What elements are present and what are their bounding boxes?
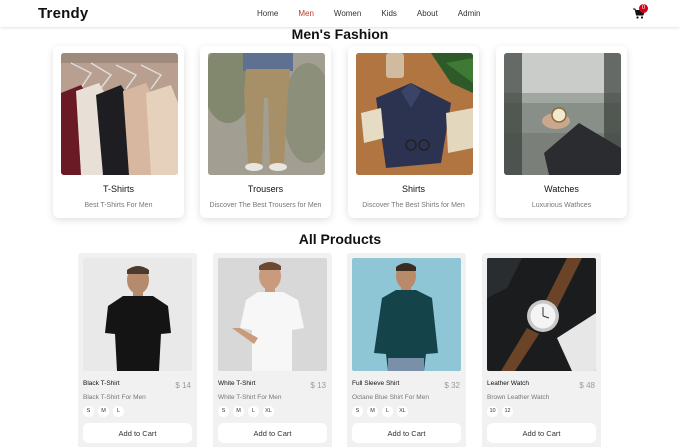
product-name: Leather Watch (487, 380, 530, 387)
size-option[interactable]: S (83, 406, 94, 417)
size-option[interactable]: L (113, 406, 124, 417)
product-desc: Octane Blue Shirt For Men (352, 394, 429, 401)
add-to-cart-button[interactable]: Add to Cart (218, 423, 327, 443)
size-option[interactable]: 10 (487, 406, 498, 417)
size-option[interactable]: M (98, 406, 109, 417)
categories-title: Men's Fashion (291, 26, 389, 42)
nav-admin[interactable]: Admin (458, 9, 481, 18)
size-option[interactable]: L (382, 406, 393, 417)
size-options: S M L XL (218, 406, 274, 417)
product-name: White T-Shirt (218, 380, 256, 387)
size-option[interactable]: S (352, 406, 363, 417)
white-tshirt-image (218, 258, 327, 371)
size-option[interactable]: XL (397, 406, 408, 417)
category-card-watches[interactable]: Watches Luxurious Wathces (496, 46, 627, 218)
leather-watch-image (487, 258, 596, 371)
product-name: Full Sleeve Shirt (352, 380, 400, 387)
category-desc: Discover The Best Shirts for Men (362, 202, 465, 209)
navbar: Trendy Home Men Women Kids About Admin 0 (0, 0, 680, 27)
size-option[interactable]: 12 (502, 406, 513, 417)
category-card-tshirts[interactable]: T-Shirts Best T-Shirts For Men (53, 46, 184, 218)
nav-kids[interactable]: Kids (381, 9, 397, 18)
nav-women[interactable]: Women (334, 9, 361, 18)
nav-home[interactable]: Home (257, 9, 278, 18)
nav-links: Home Men Women Kids About Admin (257, 9, 500, 18)
category-name: Trousers (247, 184, 284, 194)
size-options: 10 12 (487, 406, 513, 417)
product-price: $ 14 (175, 381, 191, 390)
shirts-image (356, 53, 473, 175)
category-card-shirts[interactable]: Shirts Discover The Best Shirts for Men (348, 46, 479, 218)
tshirts-image (61, 53, 178, 175)
product-card[interactable]: White T-Shirt $ 13 White T-Shirt For Men… (213, 253, 332, 447)
product-card[interactable]: Full Sleeve Shirt $ 32 Octane Blue Shirt… (347, 253, 466, 447)
product-desc: Black T-Shirt For Men (83, 394, 146, 401)
nav-about[interactable]: About (417, 9, 438, 18)
product-card[interactable]: Black T-Shirt $ 14 Black T-Shirt For Men… (78, 253, 197, 447)
size-option[interactable]: M (367, 406, 378, 417)
category-name: Watches (544, 184, 579, 194)
size-option[interactable]: S (218, 406, 229, 417)
size-option[interactable]: L (248, 406, 259, 417)
product-name: Black T-Shirt (83, 380, 120, 387)
category-card-trousers[interactable]: Trousers Discover The Best Trousers for … (200, 46, 331, 218)
product-card[interactable]: Leather Watch $ 48 Brown Leather Watch 1… (482, 253, 601, 447)
category-name: Shirts (401, 184, 425, 194)
brand-logo[interactable]: Trendy (38, 5, 88, 22)
watches-image (504, 53, 621, 175)
trousers-image (208, 53, 325, 175)
products-title: All Products (298, 231, 382, 247)
black-tshirt-image (83, 258, 192, 371)
category-desc: Best T-Shirts For Men (84, 202, 153, 209)
category-desc: Discover The Best Trousers for Men (209, 202, 322, 209)
category-name: T-Shirts (102, 184, 134, 194)
nav-men[interactable]: Men (298, 9, 314, 18)
product-price: $ 13 (310, 381, 326, 390)
size-options: S M L (83, 406, 124, 417)
size-option[interactable]: XL (263, 406, 274, 417)
product-desc: White T-Shirt For Men (218, 394, 282, 401)
size-options: S M L XL (352, 406, 408, 417)
size-option[interactable]: M (233, 406, 244, 417)
product-price: $ 48 (579, 381, 595, 390)
full-sleeve-shirt-image (352, 258, 461, 371)
product-desc: Brown Leather Watch (487, 394, 550, 401)
add-to-cart-button[interactable]: Add to Cart (352, 423, 461, 443)
add-to-cart-button[interactable]: Add to Cart (487, 423, 596, 443)
category-desc: Luxurious Wathces (531, 202, 592, 209)
cart-count-badge: 0 (639, 4, 648, 13)
product-price: $ 32 (444, 381, 460, 390)
add-to-cart-button[interactable]: Add to Cart (83, 423, 192, 443)
